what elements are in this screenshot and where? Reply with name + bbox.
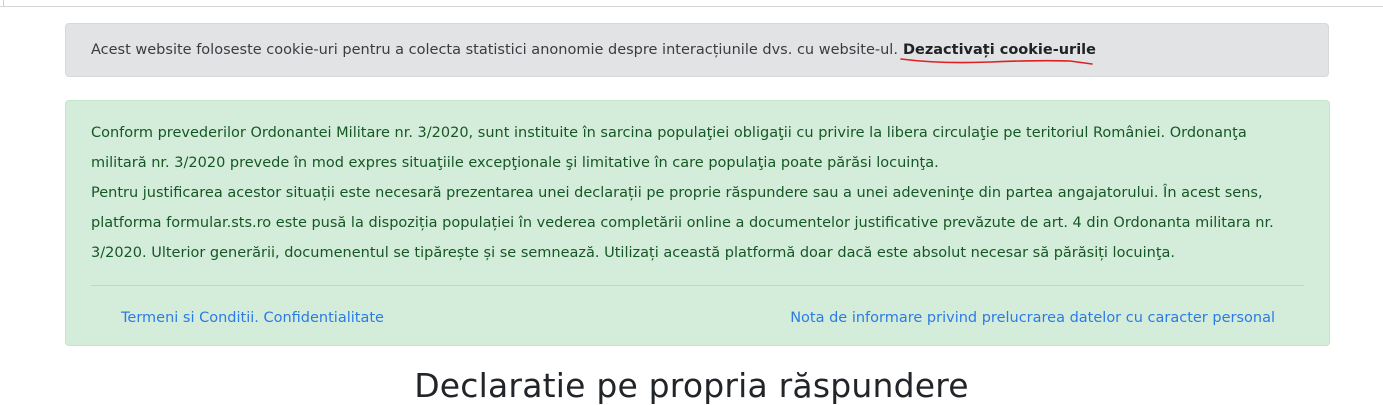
cookie-notice-text: Acest website foloseste cookie-uri pentr… [91, 42, 898, 58]
top-edge-tick [3, 0, 4, 6]
disable-cookies-label: Dezactivați cookie-urile [902, 42, 1096, 58]
browser-top-edge [0, 0, 1383, 7]
info-links-row: Termeni si Conditii. Confidentialitate N… [91, 286, 1304, 342]
privacy-notice-link[interactable]: Nota de informare privind prelucrarea da… [790, 310, 1275, 326]
cookie-banner: Acest website foloseste cookie-uri pentr… [65, 23, 1329, 77]
terms-conditions-link[interactable]: Termeni si Conditii. Confidentialitate [121, 310, 384, 326]
disable-cookies-link[interactable]: Dezactivați cookie-urile [900, 42, 1096, 65]
ordinance-paragraph: Conform prevederilor Ordonantei Militare… [91, 125, 1247, 171]
justification-paragraph: Pentru justificarea acestor situații est… [91, 185, 1274, 261]
page-title: Declaratie pe propria răspundere [414, 366, 969, 405]
covid-info-alert: Conform prevederilor Ordonantei Militare… [65, 100, 1330, 346]
red-underline-annotation [900, 58, 1093, 65]
